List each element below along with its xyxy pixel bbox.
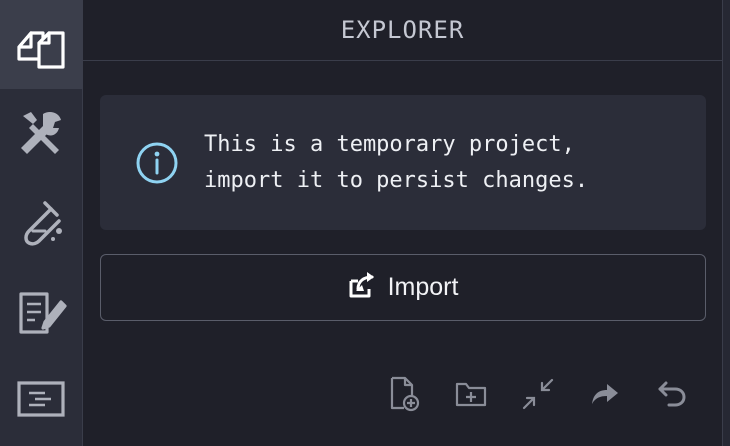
activity-item-docs[interactable] (0, 268, 83, 357)
presentation-icon (15, 375, 67, 427)
explorer-title: EXPLORER (340, 16, 465, 44)
test-tube-icon (15, 197, 67, 249)
new-folder-button[interactable] (451, 374, 491, 418)
activity-item-explorer[interactable] (0, 0, 83, 90)
explorer-header: EXPLORER (83, 0, 722, 61)
undo-icon (657, 380, 687, 413)
files-icon (15, 19, 67, 71)
redo-button[interactable] (585, 374, 625, 418)
import-icon (348, 271, 388, 304)
collapse-all-button[interactable] (518, 374, 558, 418)
temporary-project-notice: This is a temporary project, import it t… (100, 95, 706, 230)
activity-item-present[interactable] (0, 357, 83, 446)
explorer-toolbar (83, 374, 722, 418)
activity-item-testing[interactable] (0, 178, 83, 267)
new-file-button[interactable] (384, 374, 424, 418)
explorer-panel: EXPLORER This is a temporary project, im… (83, 0, 722, 446)
activity-item-tools[interactable] (0, 89, 83, 178)
activity-bar (0, 0, 83, 446)
app-window: EXPLORER This is a temporary project, im… (0, 0, 730, 446)
redo-icon (590, 382, 620, 411)
tools-icon (15, 108, 67, 160)
new-folder-icon (455, 380, 487, 413)
import-button[interactable]: Import (100, 254, 706, 321)
document-edit-icon (15, 286, 67, 338)
undo-button[interactable] (652, 374, 692, 418)
collapse-icon (521, 377, 555, 416)
right-panel-edge (722, 0, 730, 446)
import-button-label: Import (387, 273, 459, 301)
notice-text: This is a temporary project, import it t… (204, 131, 589, 193)
new-file-icon (387, 376, 421, 417)
info-icon (134, 140, 180, 186)
